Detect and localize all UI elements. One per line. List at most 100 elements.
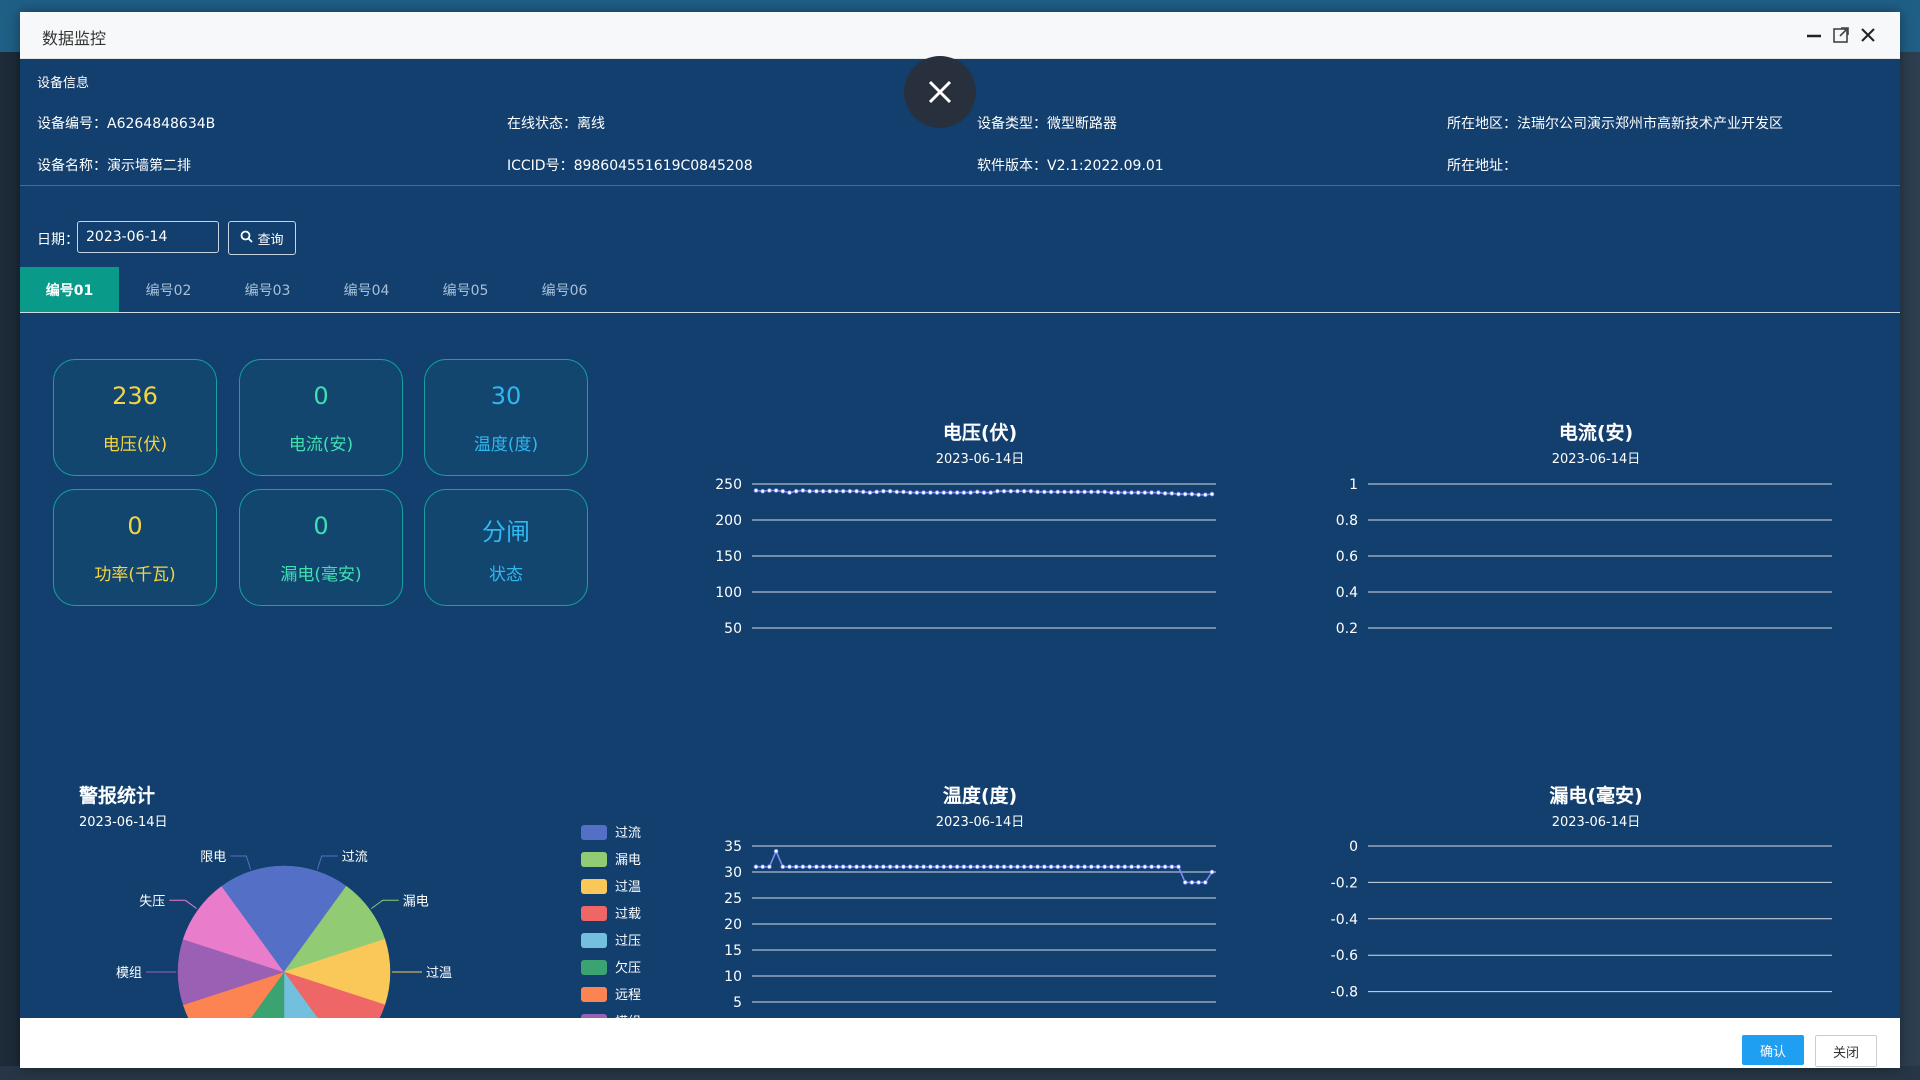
maximize-icon[interactable] [1828,22,1854,48]
data-point [840,488,846,494]
metric-status-value: 分闸 [482,518,530,546]
metric-leakage: 0 漏电(毫安) [239,489,403,606]
y-tick-label: 100 [715,585,742,601]
background-sidebar [0,52,20,1080]
data-point [1162,491,1168,496]
data-point [914,490,920,495]
data-point [867,864,873,870]
tab-05[interactable]: 编号05 [416,267,515,312]
pie-title: 警报统计 [79,784,155,807]
data-point [934,864,940,870]
metric-voltage-label: 电压(伏) [102,435,168,455]
data-point [793,488,799,494]
data-point [1156,490,1161,495]
data-point [1055,489,1061,495]
data-point [1075,864,1081,870]
tab-03[interactable]: 编号03 [218,267,317,312]
y-tick-label: 5 [733,995,742,1011]
date-label: 日期： [37,232,79,248]
data-point [948,864,953,870]
tab-06[interactable]: 编号06 [515,267,614,312]
chart-subtitle: 2023-06-14日 [1552,815,1641,830]
pie-slice-label: 限电 [200,850,226,865]
data-point [1068,489,1074,495]
data-point [840,864,846,870]
legend-label: 远程 [615,988,641,1003]
close-button[interactable]: 关闭 [1815,1035,1877,1067]
search-icon [240,230,254,247]
data-point [1109,490,1114,495]
legend-swatch [581,879,607,894]
metric-temperature-label: 温度(度) [473,435,539,455]
data-point [974,489,980,495]
pie-label-line [316,855,338,870]
alarm-pie-chart: 警报统计2023-06-14日过流漏电过温过载过压欠压远程模组失压限电过流漏电过… [79,784,641,1018]
legend-label: 模组 [615,1015,641,1018]
data-point [988,490,994,495]
data-point [881,488,886,494]
tab-02[interactable]: 编号02 [119,267,218,312]
close-icon[interactable] [1855,22,1881,48]
data-point [1035,489,1040,495]
data-monitor-dialog: 数据监控 设备信息 设备编号：A6264848634B 在线状态：离线 设备类型… [20,12,1900,1068]
data-point [780,864,786,870]
tab-01[interactable]: 编号01 [20,267,119,312]
pie-label-line [169,899,197,909]
data-point [1075,489,1081,495]
y-tick-label: 15 [724,943,742,959]
data-point [1169,491,1175,496]
metric-status: 分闸 状态 [424,489,588,606]
data-point [760,488,765,494]
date-input[interactable] [77,221,219,253]
device-address: 所在地址： [1447,158,1517,174]
data-point [1088,864,1094,870]
legend-swatch [581,987,607,1002]
data-point [787,864,792,870]
data-point [847,488,853,494]
data-point [934,490,940,495]
metric-status-label: 状态 [489,565,523,585]
pie-subtitle: 2023-06-14日 [79,815,168,830]
data-point [773,848,779,854]
metric-power-label: 功率(千瓦) [94,565,176,585]
device-number: 设备编号：A6264848634B [37,116,216,132]
query-button-label: 查询 [257,232,284,248]
data-point [834,864,839,870]
data-point [1115,864,1121,870]
data-point [1015,488,1020,494]
data-point [874,489,880,495]
minimize-icon[interactable] [1801,22,1827,48]
metric-current: 0 电流(安) [239,359,403,476]
confirm-button[interactable]: 确认 [1742,1035,1804,1065]
data-point [995,488,1000,494]
software-version: 软件版本：V2.1:2022.09.01 [977,158,1164,174]
data-point [1169,864,1175,870]
tab-04[interactable]: 编号04 [317,267,416,312]
data-point [1189,880,1195,885]
query-button[interactable]: 查询 [228,221,296,255]
data-point [928,864,933,870]
data-point [787,490,792,495]
data-point [1015,864,1020,870]
chart-subtitle: 2023-06-14日 [936,452,1025,467]
y-tick-label: -0.8 [1331,985,1358,1001]
metric-power-value: 0 [127,512,143,540]
data-point [827,488,833,494]
y-tick-label: 0 [1349,839,1358,855]
pie-slice-label: 模组 [116,966,142,981]
data-point [834,488,839,494]
legend-label: 漏电 [615,852,641,868]
data-point [974,864,980,870]
data-point [854,488,859,494]
data-point [1202,880,1208,885]
data-point [793,864,799,870]
legend-swatch [581,960,607,975]
data-point [767,488,772,493]
data-point [1008,488,1014,494]
metric-temperature: 30 温度(度) [424,359,588,476]
data-point [1102,864,1108,870]
data-point [1142,864,1148,870]
overlay-close-button[interactable] [904,56,976,128]
chart-title: 温度(度) [943,784,1017,807]
data-point [753,864,759,870]
